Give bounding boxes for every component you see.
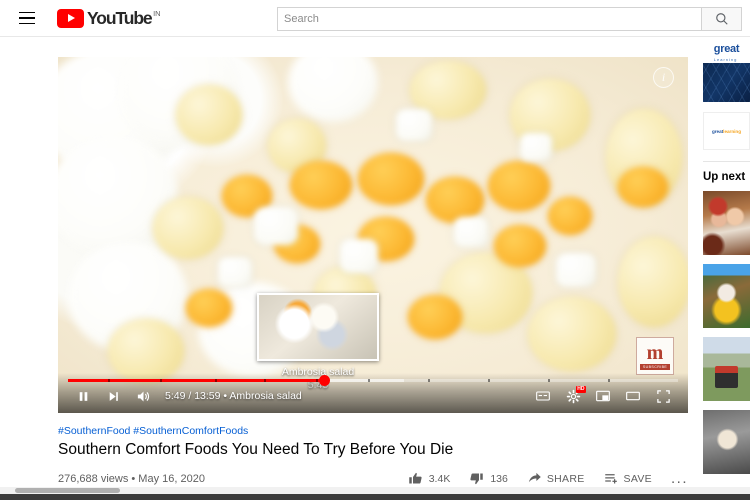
quality-badge: HD xyxy=(575,386,586,393)
youtube-play-icon xyxy=(57,8,84,28)
volume-button[interactable] xyxy=(128,383,158,409)
share-label: SHARE xyxy=(546,472,585,485)
hamburger-line xyxy=(19,11,35,14)
chapter-divider xyxy=(215,379,217,382)
miniplayer-icon xyxy=(596,390,610,402)
pause-icon xyxy=(79,391,87,401)
ad-secondary-text-2: learning xyxy=(723,128,742,134)
chapter-divider xyxy=(264,379,266,382)
closed-captions-icon xyxy=(536,391,550,401)
chapter-divider xyxy=(488,379,490,382)
captions-button[interactable] xyxy=(528,383,558,409)
ad-secondary-text-1: great xyxy=(711,128,724,134)
fullscreen-icon xyxy=(656,389,670,403)
watermark-letter: m xyxy=(646,341,664,364)
search-box[interactable] xyxy=(277,7,702,31)
search-icon xyxy=(715,13,728,25)
suggested-video-3-object xyxy=(715,365,738,388)
video-stats-row: 276,688 views • May 16, 2020 3.4K 136 SH… xyxy=(58,471,688,486)
volume-icon xyxy=(137,391,149,401)
channel-watermark[interactable]: m SUBSCRIBE xyxy=(636,337,674,375)
video-metadata: #SouthernFood #SouthernComfortFoods Sout… xyxy=(58,425,688,486)
masthead: YouTube IN xyxy=(0,0,750,37)
like-count: 3.4K xyxy=(428,472,451,485)
settings-button[interactable]: HD xyxy=(558,383,588,409)
views-and-date: 276,688 views • May 16, 2020 xyxy=(58,472,205,485)
hamburger-menu-icon[interactable] xyxy=(14,5,40,31)
info-icon[interactable]: i xyxy=(653,67,674,88)
chapter-divider xyxy=(368,379,370,382)
like-button[interactable]: 3.4K xyxy=(408,471,451,486)
youtube-logo[interactable]: YouTube IN xyxy=(57,7,161,28)
thumbs-up-icon xyxy=(408,472,422,484)
chapter-divider xyxy=(108,379,110,382)
ad-brand-tagline: Learning xyxy=(713,56,738,62)
next-video-icon xyxy=(109,391,118,401)
suggested-video-1[interactable] xyxy=(703,191,750,255)
theater-mode-icon xyxy=(626,391,640,401)
more-options-icon: ... xyxy=(670,469,688,487)
dislike-count: 136 xyxy=(490,472,508,485)
sidebar: great Learning greatlearning Up next xyxy=(703,37,750,500)
more-options-button[interactable]: ... xyxy=(670,469,688,487)
chapter-divider xyxy=(608,379,610,382)
ad-brand-name: great xyxy=(713,42,740,55)
sidebar-ad[interactable]: great Learning xyxy=(703,37,750,102)
theater-mode-button[interactable] xyxy=(618,383,648,409)
control-bar: 5:49 / 13:59 • Ambrosia salad HD xyxy=(58,383,688,409)
next-video-button[interactable] xyxy=(98,383,128,409)
suggested-video-2[interactable] xyxy=(703,264,750,328)
video-frame: i m SUBSCRIBE Ambrosia salad 5:45 xyxy=(58,57,688,413)
ad-brand-logo: great Learning xyxy=(703,37,750,63)
chapter-divider xyxy=(316,379,318,382)
suggested-video-3[interactable] xyxy=(703,337,750,401)
horizontal-scrollbar-thumb[interactable] xyxy=(15,488,120,493)
save-playlist-icon xyxy=(604,474,617,484)
ad-banner-image[interactable] xyxy=(703,63,750,102)
chapter-divider xyxy=(548,379,550,382)
dislike-button[interactable]: 136 xyxy=(469,471,508,486)
ad-secondary-logo: greatlearning xyxy=(712,129,741,134)
hamburger-line xyxy=(19,22,35,25)
progress-played xyxy=(68,379,324,382)
youtube-country-code: IN xyxy=(153,8,161,18)
save-button[interactable]: SAVE xyxy=(604,471,652,486)
sidebar-divider xyxy=(703,161,750,162)
video-action-buttons: 3.4K 136 SHARE SAVE ... xyxy=(389,471,688,486)
player-controls: 5:49 / 13:59 • Ambrosia salad HD xyxy=(58,373,688,413)
miniplayer-button[interactable] xyxy=(588,383,618,409)
up-next-heading: Up next xyxy=(703,171,746,183)
search-input[interactable] xyxy=(284,13,695,25)
window-bottom-bar xyxy=(0,494,750,500)
time-display: 5:49 / 13:59 • Ambrosia salad xyxy=(165,390,302,402)
watermark-subscribe-label: SUBSCRIBE xyxy=(639,363,671,370)
video-player[interactable]: i m SUBSCRIBE Ambrosia salad 5:45 xyxy=(58,57,688,413)
save-label: SAVE xyxy=(623,472,652,485)
control-bar-right: HD xyxy=(528,383,678,409)
pause-button[interactable] xyxy=(68,383,98,409)
page-content: i m SUBSCRIBE Ambrosia salad 5:45 xyxy=(0,37,750,500)
search-button[interactable] xyxy=(702,7,742,31)
control-bar-left: 5:49 / 13:59 • Ambrosia salad xyxy=(68,383,302,409)
video-title: Southern Comfort Foods You Need To Try B… xyxy=(58,441,454,458)
fullscreen-button[interactable] xyxy=(648,383,678,409)
suggested-video-4[interactable] xyxy=(703,410,750,474)
search-area xyxy=(277,7,742,31)
horizontal-scrollbar[interactable] xyxy=(0,487,750,494)
thumbs-down-icon xyxy=(470,473,484,485)
youtube-logo-text: YouTube xyxy=(87,7,153,28)
hamburger-line xyxy=(19,17,35,19)
share-button[interactable]: SHARE xyxy=(527,471,585,486)
chapter-divider xyxy=(160,379,162,382)
sidebar-ad-secondary[interactable]: greatlearning xyxy=(703,112,750,150)
chapter-divider xyxy=(428,379,430,382)
video-hashtags[interactable]: #SouthernFood #SouthernComfortFoods xyxy=(58,425,688,437)
share-arrow-icon xyxy=(528,472,541,483)
